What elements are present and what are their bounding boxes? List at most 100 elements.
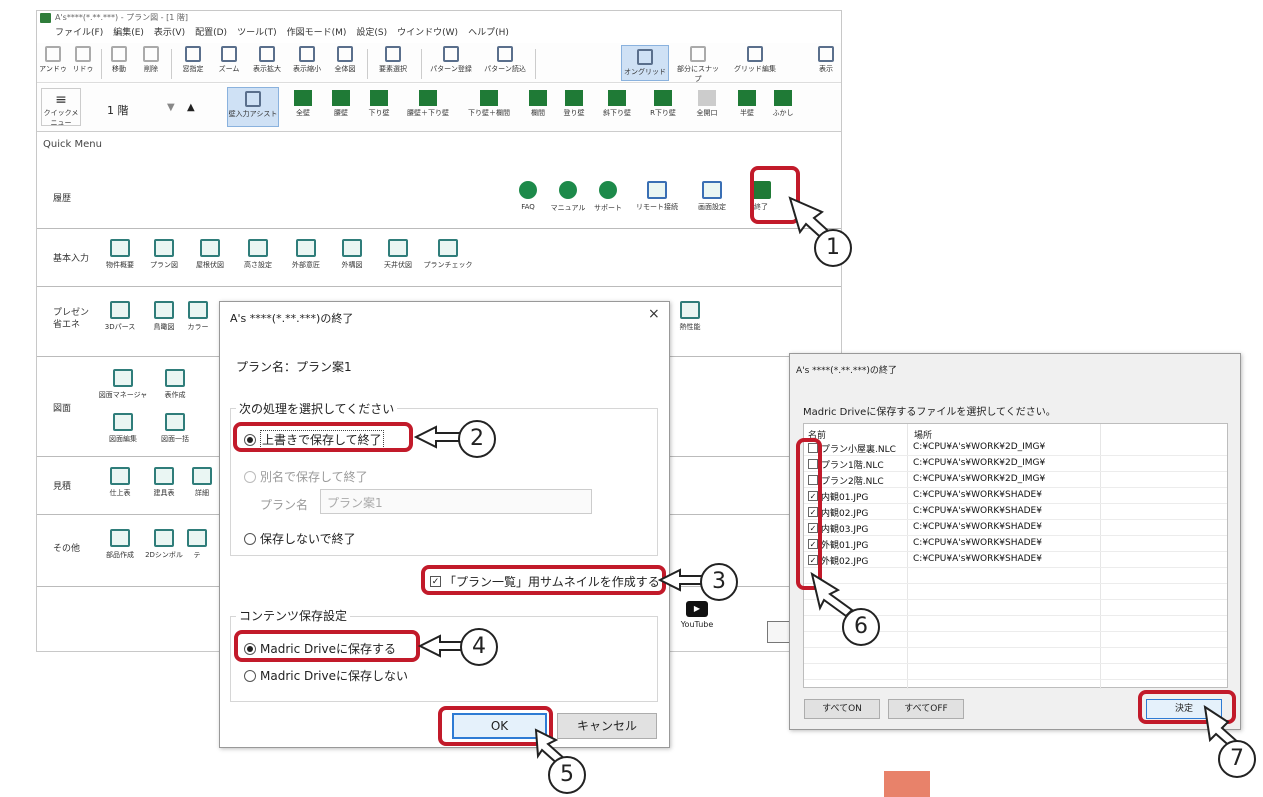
- wall-r-down-button[interactable]: R下り壁: [643, 84, 683, 118]
- zoom-out-button[interactable]: 表示縮小: [289, 43, 325, 74]
- wall-assist-button[interactable]: 壁入力アシスト: [227, 87, 279, 127]
- close-icon[interactable]: ×: [648, 306, 660, 322]
- height-settings-button[interactable]: 高さ設定: [235, 239, 281, 270]
- fittings-table-button[interactable]: 建具表: [141, 467, 187, 498]
- thermal-performance-button[interactable]: 熱性能: [667, 301, 713, 332]
- floor-selector[interactable]: 1 階: [107, 102, 129, 118]
- roof-icon: [200, 239, 220, 257]
- screen-settings-button[interactable]: 画面設定: [689, 181, 735, 212]
- property-summary-button[interactable]: 物件概要: [97, 239, 143, 270]
- list-item[interactable]: ✓ 外観01.JPG C:¥CPU¥A's¥WORK¥SHADE¥: [804, 537, 1227, 552]
- wall-slant-down-button[interactable]: 斜下り壁: [597, 84, 637, 118]
- other-tool-button[interactable]: テ: [187, 529, 207, 560]
- wall-full-button[interactable]: 全壁: [287, 84, 319, 118]
- remote-button[interactable]: リモート接続: [631, 181, 683, 212]
- pattern-load-button[interactable]: パターン読込: [481, 43, 529, 74]
- down-ranma-icon: [480, 90, 498, 106]
- grid-edit-icon: [747, 46, 763, 62]
- snap-partial-button[interactable]: 部分にスナップ: [675, 43, 721, 84]
- menu-file[interactable]: ファイル(F): [55, 25, 103, 41]
- wall-waist-down-button[interactable]: 腰壁＋下り壁: [401, 84, 455, 118]
- down-wall-icon: [370, 90, 388, 106]
- quick-menu-button[interactable]: ≡ クイックメニュー: [41, 88, 81, 127]
- plan-check-button[interactable]: プランチェック: [423, 239, 473, 270]
- redo-button[interactable]: リドゥ: [69, 43, 97, 74]
- file-list: 名前 場所 プラン小屋裏.NLC C:¥CPU¥A's¥WORK¥2D_IMG¥ …: [803, 423, 1228, 689]
- zoom-in-button[interactable]: 表示拡大: [249, 43, 285, 74]
- drawing-batch-button[interactable]: 図面一括: [155, 413, 195, 444]
- pattern-register-button[interactable]: パターン登録: [427, 43, 475, 74]
- menu-mode[interactable]: 作図モード(M): [287, 25, 347, 41]
- callout-3: 3: [700, 563, 738, 601]
- support-button[interactable]: サポート: [585, 181, 631, 213]
- batch-icon: [165, 413, 185, 431]
- window-title: A's****(*.**.***) - プラン図 - [1 階]: [55, 13, 188, 22]
- drive-dialog-title: A's ****(*.**.***)の終了: [796, 366, 897, 376]
- youtube-button[interactable]: ▶ YouTube: [677, 601, 717, 629]
- list-item[interactable]: プラン1階.NLC C:¥CPU¥A's¥WORK¥2D_IMG¥: [804, 457, 1227, 472]
- callout-5: 5: [548, 756, 586, 794]
- no-save-radio[interactable]: 保存しないで終了: [244, 530, 356, 547]
- menu-place[interactable]: 配置(D): [195, 25, 227, 41]
- 3d-perspective-button[interactable]: 3Dパース: [97, 301, 143, 332]
- list-item[interactable]: プラン2階.NLC C:¥CPU¥A's¥WORK¥2D_IMG¥: [804, 473, 1227, 488]
- display-button[interactable]: 表示: [813, 43, 839, 74]
- floor-up-icon[interactable]: ▲: [187, 102, 195, 113]
- wall-down-button[interactable]: 下り壁: [363, 84, 395, 118]
- fukashi-button[interactable]: ふかし: [767, 84, 799, 118]
- zoom-button[interactable]: ズーム: [213, 43, 245, 74]
- drawing-manager-button[interactable]: 図面マネージャ: [97, 369, 149, 400]
- list-item[interactable]: ✓ 外観02.JPG C:¥CPU¥A's¥WORK¥SHADE¥: [804, 553, 1227, 568]
- move-button[interactable]: 移動: [105, 43, 133, 74]
- plan-button[interactable]: プラン図: [141, 239, 187, 270]
- column-header-path[interactable]: 場所: [914, 428, 932, 441]
- table-create-button[interactable]: 表作成: [155, 369, 195, 400]
- detail-icon: [192, 467, 212, 485]
- all-on-button[interactable]: すべてON: [804, 699, 880, 719]
- plan-icon: [154, 239, 174, 257]
- finish-table-button[interactable]: 仕上表: [97, 467, 143, 498]
- remote-icon: [647, 181, 667, 199]
- delete-button[interactable]: 削除: [137, 43, 165, 74]
- list-item[interactable]: ✓ 内観03.JPG C:¥CPU¥A's¥WORK¥SHADE¥: [804, 521, 1227, 536]
- wall-climb-button[interactable]: 登り壁: [557, 84, 591, 118]
- drawing-edit-button[interactable]: 図面編集: [97, 413, 149, 444]
- birdseye-button[interactable]: 鳥瞰図: [141, 301, 187, 332]
- drive-no-save-radio[interactable]: Madric Driveに保存しない: [244, 667, 408, 684]
- menu-help[interactable]: ヘルプ(H): [468, 25, 509, 41]
- select-element-button[interactable]: 要素選択: [373, 43, 413, 74]
- exterior-design-button[interactable]: 外部意匠: [283, 239, 329, 270]
- menu-window[interactable]: ウインドウ(W): [397, 25, 458, 41]
- menu-settings[interactable]: 設定(S): [356, 25, 387, 41]
- menu-tools[interactable]: ツール(T): [237, 25, 277, 41]
- menu-view[interactable]: 表示(V): [154, 25, 185, 41]
- full-opening-button[interactable]: 全開口: [689, 84, 725, 118]
- wall-down-ranma-button[interactable]: 下り壁＋欄間: [461, 84, 517, 118]
- list-item[interactable]: プラン小屋裏.NLC C:¥CPU¥A's¥WORK¥2D_IMG¥: [804, 441, 1227, 456]
- save-as-radio[interactable]: 別名で保存して終了: [244, 468, 368, 485]
- list-item[interactable]: ✓ 内観02.JPG C:¥CPU¥A's¥WORK¥SHADE¥: [804, 505, 1227, 520]
- detail-button[interactable]: 詳細: [187, 467, 217, 498]
- wall-waist-button[interactable]: 腰壁: [325, 84, 357, 118]
- part-create-button[interactable]: 部品作成: [97, 529, 143, 560]
- tool-icon: [187, 529, 207, 547]
- cancel-button[interactable]: キャンセル: [557, 713, 657, 739]
- fit-all-button[interactable]: 全体図: [329, 43, 361, 74]
- half-wall-button[interactable]: 半壁: [731, 84, 763, 118]
- 2d-symbol-button[interactable]: 2Dシンボル: [141, 529, 187, 560]
- list-item[interactable]: ✓ 内観01.JPG C:¥CPU¥A's¥WORK¥SHADE¥: [804, 489, 1227, 504]
- plan-name-input[interactable]: プラン案1: [320, 489, 592, 514]
- ceiling-plan-button[interactable]: 天井伏図: [375, 239, 421, 270]
- on-grid-toggle[interactable]: オングリッド: [621, 45, 669, 81]
- grid-edit-button[interactable]: グリッド編集: [731, 43, 779, 74]
- window-select-button[interactable]: 窓指定: [177, 43, 209, 74]
- menu-edit[interactable]: 編集(E): [113, 25, 144, 41]
- roof-plan-button[interactable]: 屋根伏図: [187, 239, 233, 270]
- landscape-button[interactable]: 外構図: [329, 239, 375, 270]
- wall-ranma-button[interactable]: 欄間: [523, 84, 553, 118]
- floor-dropdown-icon[interactable]: ▼: [167, 102, 175, 113]
- all-off-button[interactable]: すべてOFF: [888, 699, 964, 719]
- color-button[interactable]: カラー: [183, 301, 213, 332]
- display-icon: [818, 46, 834, 62]
- undo-button[interactable]: アンドゥ: [39, 43, 67, 74]
